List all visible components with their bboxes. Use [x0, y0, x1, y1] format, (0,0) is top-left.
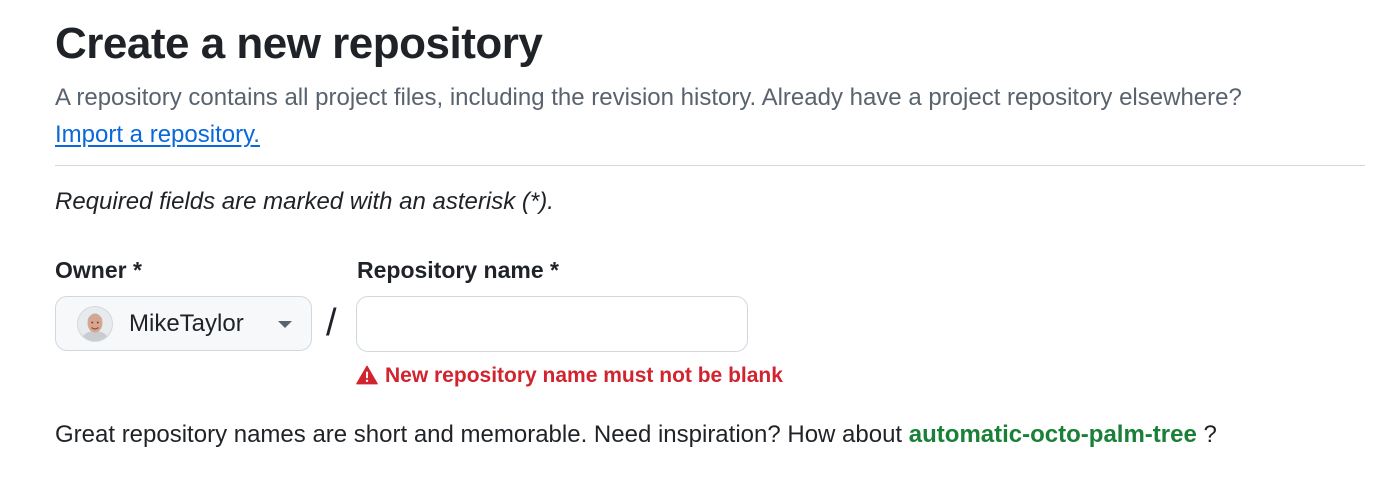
alert-icon — [356, 365, 378, 385]
suggested-repository-name[interactable]: automatic-octo-palm-tree — [909, 421, 1197, 448]
name-suggestion: Great repository names are short and mem… — [55, 419, 1217, 451]
page-description-text: A repository contains all project files,… — [55, 84, 1242, 111]
avatar-image — [77, 306, 113, 342]
chevron-down-icon — [278, 321, 292, 328]
owner-repo-separator: / — [326, 302, 337, 344]
owner-avatar — [77, 306, 113, 342]
suggestion-prefix: Great repository names are short and mem… — [55, 421, 903, 448]
header-divider — [55, 165, 1365, 166]
suggestion-suffix: ? — [1203, 421, 1217, 448]
page-title: Create a new repository — [55, 19, 543, 68]
error-message: New repository name must not be blank — [385, 364, 783, 387]
owner-dropdown[interactable]: MikeTaylor — [55, 296, 312, 351]
owner-label: Owner * — [55, 257, 142, 283]
owner-name: MikeTaylor — [129, 310, 244, 337]
import-repository-link[interactable]: Import a repository. — [55, 121, 260, 148]
page-description: A repository contains all project files,… — [55, 79, 1315, 153]
required-fields-note: Required fields are marked with an aster… — [55, 188, 554, 215]
repository-name-label: Repository name * — [357, 257, 559, 283]
repository-name-input[interactable] — [356, 296, 748, 352]
